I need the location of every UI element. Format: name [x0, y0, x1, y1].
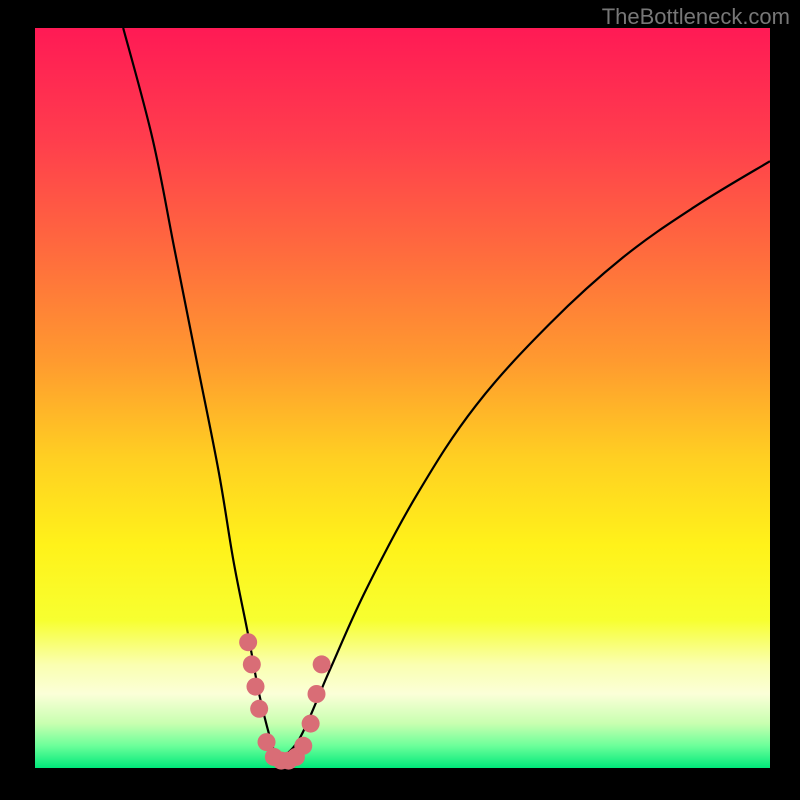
vertex-marker	[308, 685, 326, 703]
vertex-marker	[247, 678, 265, 696]
bottleneck-chart	[0, 0, 800, 800]
vertex-marker	[239, 633, 257, 651]
vertex-marker	[302, 715, 320, 733]
plot-background	[35, 28, 770, 768]
vertex-marker	[313, 655, 331, 673]
vertex-marker	[243, 655, 261, 673]
chart-stage: TheBottleneck.com	[0, 0, 800, 800]
vertex-marker	[250, 700, 268, 718]
vertex-marker	[294, 737, 312, 755]
